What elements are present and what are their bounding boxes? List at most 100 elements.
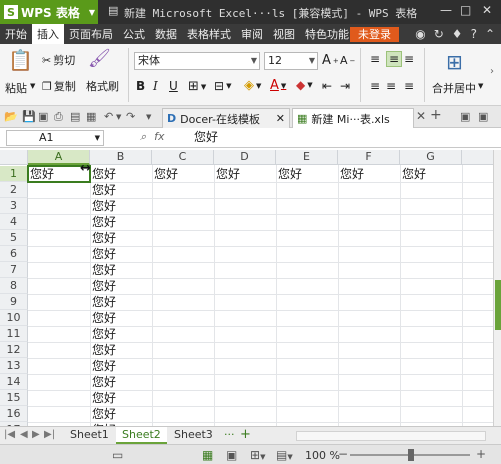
indent-decrease-icon[interactable]: ⇤ [322,79,332,93]
shirt-icon[interactable]: ♦ [452,27,463,41]
collapse-icon[interactable]: ⌃ [485,27,495,41]
cell-b16[interactable]: 您好 [90,406,116,422]
paste-button[interactable]: 📋 [8,48,33,72]
row-header[interactable]: 1 [0,166,28,182]
page-layout-icon[interactable]: ▣ [226,448,237,462]
row-header[interactable]: 7 [0,262,28,278]
read-mode-icon[interactable]: ▤▼ [276,448,293,462]
cell-b7[interactable]: 您好 [90,262,116,278]
grow-font-icon[interactable]: A + [322,53,339,68]
select-all-corner[interactable] [0,150,28,165]
row-header[interactable]: 14 [0,374,28,390]
zoom-search-icon[interactable]: ⌕ [140,130,146,144]
merge-icon[interactable]: ⊟ ▼ [214,79,231,93]
layout-icon[interactable]: ▣ [460,110,470,123]
formula-input[interactable]: 您好 [186,130,496,146]
cell-b3[interactable]: 您好 [90,198,116,214]
redo-icon[interactable]: ↷ [126,110,135,123]
cell-b9[interactable]: 您好 [90,294,116,310]
merge-center-button[interactable]: ⊞ [446,50,463,74]
cell-c1[interactable]: 您好 [152,166,178,182]
restore-button[interactable]: □ [460,3,471,17]
page-break-icon[interactable]: ⊞▼ [250,448,265,462]
row-header[interactable]: 6 [0,246,28,262]
window-list-icon[interactable]: ▣ [478,110,488,123]
help-icon[interactable]: ? [471,27,477,41]
skin-icon[interactable]: ◉ [415,27,425,41]
horizontal-scrollbar[interactable] [296,431,486,441]
new-tab-button[interactable]: + [430,107,442,123]
column-header-h[interactable] [462,150,493,165]
fx-button[interactable]: fx [154,130,164,144]
menu-item-page-layout[interactable]: 页面布局 [64,24,118,44]
row-header[interactable]: 11 [0,326,28,342]
row-header[interactable]: 10 [0,310,28,326]
menu-item-view[interactable]: 视图 [268,24,300,44]
italic-button[interactable]: I [153,79,158,93]
align-center-icon[interactable]: ≡ [386,79,396,93]
row-header[interactable]: 5 [0,230,28,246]
cell-b4[interactable]: 您好 [90,214,116,230]
cell-b1[interactable]: 您好 [90,166,116,182]
cell-b5[interactable]: 您好 [90,230,116,246]
login-button[interactable]: 未登录 [350,27,399,42]
column-header-g[interactable]: G [400,150,462,165]
app-menu-button[interactable]: S WPS 表格 ▼ [0,0,98,24]
paste-dropdown-icon[interactable]: ▼ [30,82,35,90]
undo-dropdown-icon[interactable]: ▼ [116,113,121,121]
menu-item-formulas[interactable]: 公式 [118,24,150,44]
zoom-in-button[interactable]: + [476,447,486,461]
font-size-select[interactable]: 12 ▼ [264,52,318,70]
column-header-b[interactable]: B [90,150,152,165]
cell-b11[interactable]: 您好 [90,326,116,342]
bold-button[interactable]: B [136,79,145,93]
cell-b12[interactable]: 您好 [90,342,116,358]
spellcheck-icon[interactable]: ▦ [86,110,96,123]
row-header[interactable]: 3 [0,198,28,214]
format-painter-label[interactable]: 格式刷 [86,78,119,94]
underline-button[interactable]: U [169,79,178,93]
cell-b2[interactable]: 您好 [90,182,116,198]
cut-button[interactable]: ✂ 剪切 [42,52,75,68]
menu-item-home[interactable]: 开始 [0,24,32,44]
preview-icon[interactable]: ▤ [70,110,80,123]
cell-d1[interactable]: 您好 [214,166,240,182]
shrink-font-icon[interactable]: A − [340,54,355,67]
tab-docer[interactable]: D Docer-在线模板 ✕ [162,108,290,128]
open-folder-icon[interactable]: 📂 [4,110,18,123]
format-painter-button[interactable]: 🖌 [88,48,111,69]
menu-item-insert[interactable]: 插入 [32,24,64,44]
next-sheet-icon[interactable]: ▶ [32,429,40,440]
export-pdf-icon[interactable]: ▣ [38,110,48,123]
quick-access-dropdown-icon[interactable]: ▼ [146,113,151,121]
scrollbar-thumb[interactable] [495,280,501,330]
cell-b14[interactable]: 您好 [90,374,116,390]
column-header-e[interactable]: E [276,150,338,165]
sheet-tab-2[interactable]: Sheet2 [116,427,167,444]
row-header[interactable]: 4 [0,214,28,230]
row-header[interactable]: 12 [0,342,28,358]
name-box[interactable]: A1 ▼ [6,130,104,146]
cell-f1[interactable]: 您好 [338,166,364,182]
first-sheet-icon[interactable]: |◀ [4,429,15,440]
copy-button[interactable]: ❐ 复制 [42,78,76,94]
new-doc-icon[interactable]: ▤ [108,4,118,17]
indent-increase-icon[interactable]: ⇥ [340,79,350,93]
row-header[interactable]: 9 [0,294,28,310]
cell-b8[interactable]: 您好 [90,278,116,294]
font-name-select[interactable]: 宋体 ▼ [134,52,260,70]
zoom-slider[interactable] [350,449,470,461]
cell-b13[interactable]: 您好 [90,358,116,374]
fill-color-icon[interactable]: ◈ ▼ [244,78,261,93]
merge-center-label[interactable]: 合并居中 [432,80,476,96]
merge-dropdown-icon[interactable]: ▼ [478,82,483,90]
cell-b6[interactable]: 您好 [90,246,116,262]
tab-workbook[interactable]: ▦ 新建 Mi···表.xls [292,108,414,128]
minimize-button[interactable]: — [440,3,452,17]
align-bottom-icon[interactable]: ≡ [404,52,414,66]
close-icon[interactable]: ✕ [416,109,426,123]
normal-view-icon[interactable]: ▦ [202,448,213,462]
align-top-icon[interactable]: ≡ [370,52,380,66]
add-sheet-button[interactable]: + [234,427,257,444]
border-icon[interactable]: ⊞ ▼ [188,79,206,94]
